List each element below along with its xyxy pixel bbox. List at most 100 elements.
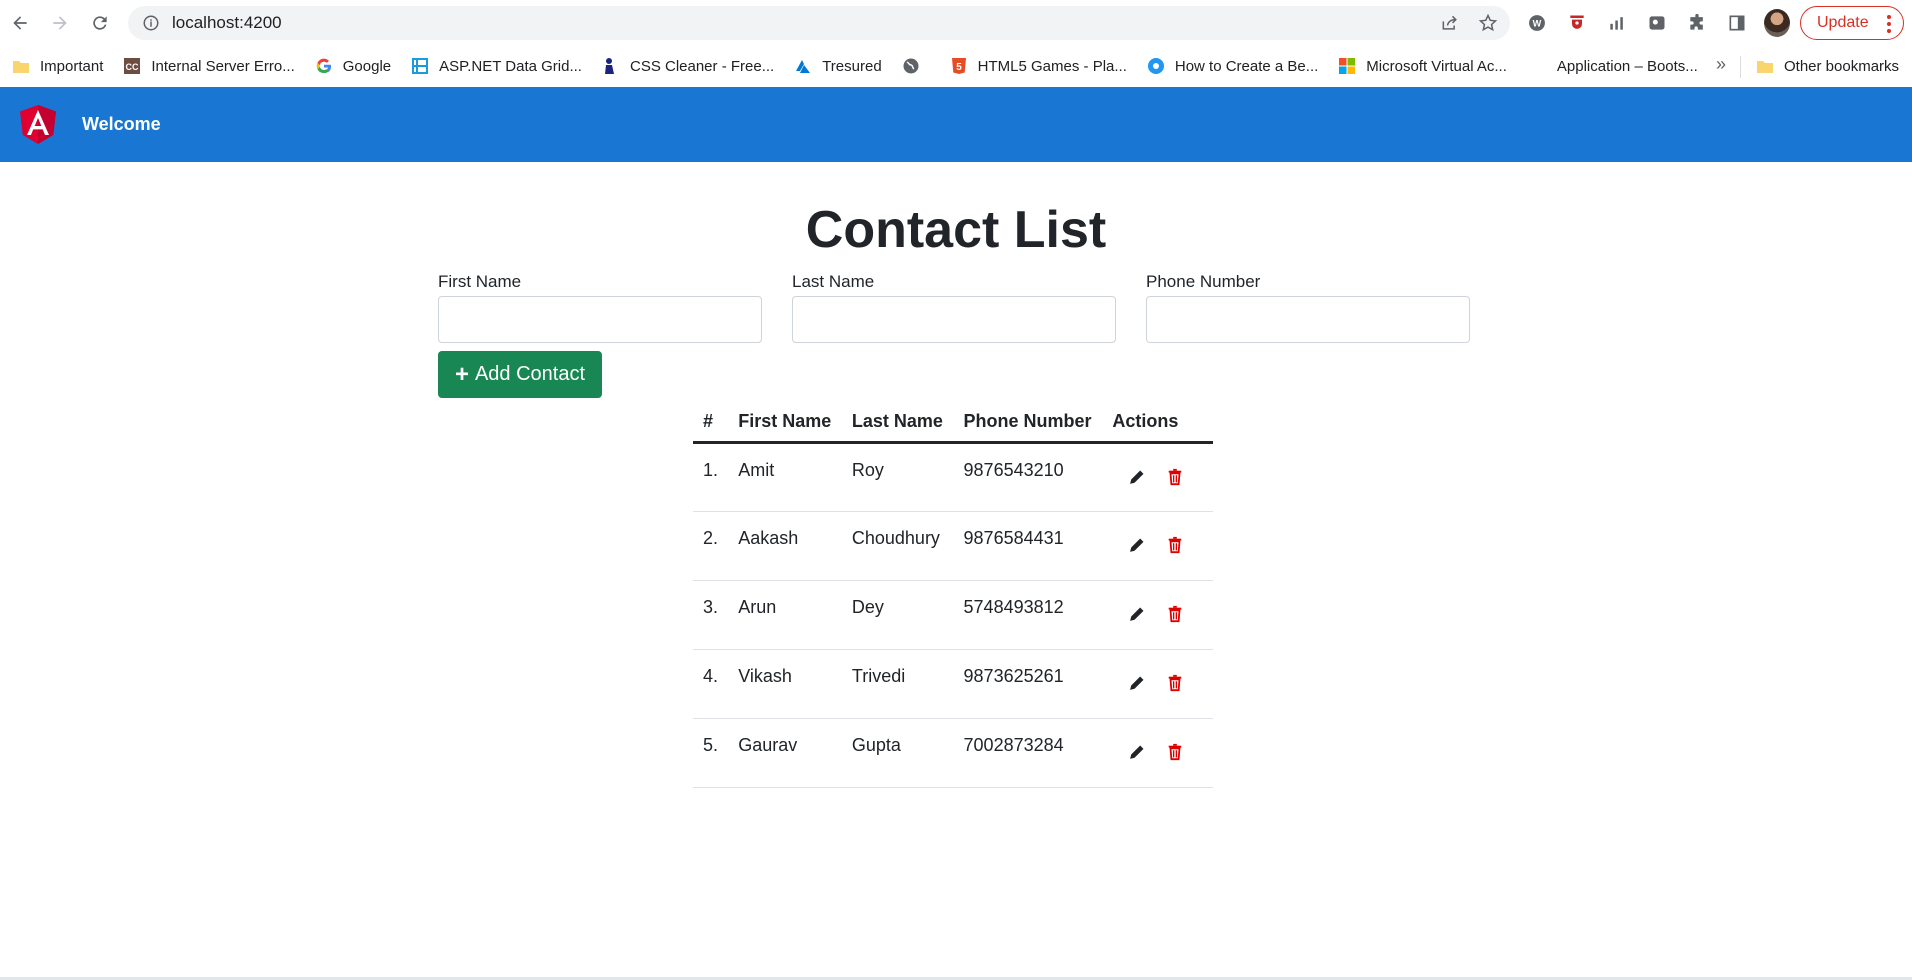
bookmark-item[interactable]: ASP.NET Data Grid... <box>411 57 582 75</box>
url-text: localhost:4200 <box>172 13 282 32</box>
row-phone-number: 9873625261 <box>953 649 1103 719</box>
bookmarks-divider <box>1740 56 1741 78</box>
add-contact-button[interactable]: + Add Contact <box>438 351 602 398</box>
row-phone-number: 7002873284 <box>953 718 1103 788</box>
app-navbar: Welcome <box>0 87 1912 162</box>
other-bookmarks-label: Other bookmarks <box>1784 57 1900 75</box>
edit-pencil-icon[interactable] <box>1126 603 1148 625</box>
table-row: 3. Arun Dey 5748493812 <box>693 580 1213 650</box>
browser-toolbar: localhost:4200 W Update <box>0 0 1912 46</box>
row-last-name: Choudhury <box>841 511 954 581</box>
bookmark-item[interactable]: Tresured <box>794 57 882 75</box>
profile-button[interactable] <box>1764 9 1790 37</box>
reload-button[interactable] <box>80 3 120 43</box>
shield-extension[interactable] <box>1564 10 1590 36</box>
delete-trash-icon[interactable] <box>1164 672 1186 694</box>
bookmark-item[interactable] <box>902 57 930 75</box>
row-last-name: Dey <box>841 580 954 650</box>
update-button[interactable]: Update <box>1800 6 1904 40</box>
bookmark-item[interactable]: Microsoft Virtual Ac... <box>1338 57 1507 75</box>
back-button[interactable] <box>0 3 40 43</box>
edit-pencil-icon[interactable] <box>1126 466 1148 488</box>
update-label: Update <box>1817 14 1869 31</box>
svg-text:W: W <box>1533 18 1542 28</box>
delete-trash-icon[interactable] <box>1164 603 1186 625</box>
bookmark-label: Microsoft Virtual Ac... <box>1366 57 1507 75</box>
avatar <box>1764 9 1790 37</box>
html5-icon: 5 <box>950 57 968 75</box>
star-icon[interactable] <box>1478 13 1498 33</box>
bookmark-label: Important <box>40 57 104 75</box>
plus-icon: + <box>454 360 469 388</box>
phone-number-input[interactable] <box>1146 296 1470 343</box>
extensions-area: W <box>1524 8 1790 38</box>
shield-icon <box>1570 15 1584 29</box>
other-bookmarks-folder[interactable]: Other bookmarks <box>1756 46 1899 86</box>
puzzle-icon <box>1690 13 1703 30</box>
bookmark-item[interactable]: How to Create a Be... <box>1147 57 1318 75</box>
phone-number-group: Phone Number <box>1146 272 1470 343</box>
bookmark-label: Google <box>342 57 392 75</box>
reload-icon <box>93 16 107 30</box>
wordpress-extension[interactable]: W <box>1524 10 1550 36</box>
edit-pencil-icon[interactable] <box>1126 672 1148 694</box>
address-bar[interactable]: localhost:4200 <box>128 6 1510 40</box>
first-name-group: First Name <box>438 272 762 343</box>
bookmark-label: Internal Server Erro... <box>151 57 295 75</box>
last-name-label: Last Name <box>792 272 875 291</box>
image-icon <box>1649 16 1665 30</box>
last-name-input[interactable] <box>792 296 1116 343</box>
nav-title[interactable]: Welcome <box>82 114 161 135</box>
share-icon[interactable] <box>1440 13 1460 33</box>
header-actions: Actions <box>1102 402 1213 444</box>
arrow-right-icon <box>53 16 67 30</box>
contact-form: First Name Last Name Phone Number <box>438 272 1470 343</box>
row-actions <box>1102 442 1213 512</box>
chart-extension[interactable] <box>1604 10 1630 36</box>
bookmark-item[interactable]: CSS Cleaner - Free... <box>602 57 774 75</box>
row-last-name: Roy <box>841 442 954 512</box>
extensions-button[interactable] <box>1684 10 1710 36</box>
row-index: 4. <box>693 649 729 719</box>
row-first-name: Aakash <box>728 511 842 581</box>
row-last-name: Gupta <box>841 718 954 788</box>
header-first-name: First Name <box>728 402 842 444</box>
side-panel-button[interactable] <box>1724 10 1750 36</box>
more-bookmarks-button[interactable]: » <box>1716 54 1726 75</box>
row-last-name: Trivedi <box>841 649 954 719</box>
delete-trash-icon[interactable] <box>1164 741 1186 763</box>
row-index: 1. <box>693 442 729 512</box>
edit-pencil-icon[interactable] <box>1126 741 1148 763</box>
first-name-input[interactable] <box>438 296 762 343</box>
svg-text:5: 5 <box>956 62 962 73</box>
bookmark-item[interactable]: Application – Boots... <box>1557 58 1698 75</box>
table-row: 2. Aakash Choudhury 9876584431 <box>693 511 1213 581</box>
grid-icon <box>411 57 429 75</box>
bookmark-item[interactable]: CC Internal Server Erro... <box>123 57 295 75</box>
bookmark-item[interactable]: 5 HTML5 Games - Pla... <box>950 57 1127 75</box>
azure-icon <box>794 57 812 75</box>
table-header-row: # First Name Last Name Phone Number Acti… <box>693 402 1213 444</box>
bookmark-label: Application – Boots... <box>1556 57 1698 75</box>
bookmarks-bar: Important CC Internal Server Erro... Google… <box>0 46 1912 86</box>
table-row: 1. Amit Roy 9876543210 <box>693 442 1213 512</box>
angular-logo-icon <box>20 104 56 144</box>
kebab-menu-icon <box>1887 15 1891 33</box>
table-row: 5. Gaurav Gupta 7002873284 <box>693 718 1213 788</box>
bookmark-item[interactable]: Important <box>12 57 103 75</box>
row-phone-number: 9876543210 <box>953 442 1103 512</box>
delete-trash-icon[interactable] <box>1164 534 1186 556</box>
forward-button[interactable] <box>40 3 80 43</box>
row-index: 3. <box>693 580 729 650</box>
picture-extension[interactable] <box>1644 10 1670 36</box>
bookmark-item[interactable]: Google <box>315 57 391 75</box>
delete-trash-icon[interactable] <box>1164 466 1186 488</box>
row-actions <box>1102 580 1213 650</box>
bookmark-label: Tresured <box>822 57 882 75</box>
edit-pencil-icon[interactable] <box>1126 534 1148 556</box>
table-row: 4. Vikash Trivedi 9873625261 <box>693 649 1213 719</box>
first-name-label: First Name <box>438 272 522 291</box>
row-first-name: Arun <box>728 580 842 650</box>
row-index: 2. <box>693 511 729 581</box>
globe-icon <box>902 57 920 75</box>
